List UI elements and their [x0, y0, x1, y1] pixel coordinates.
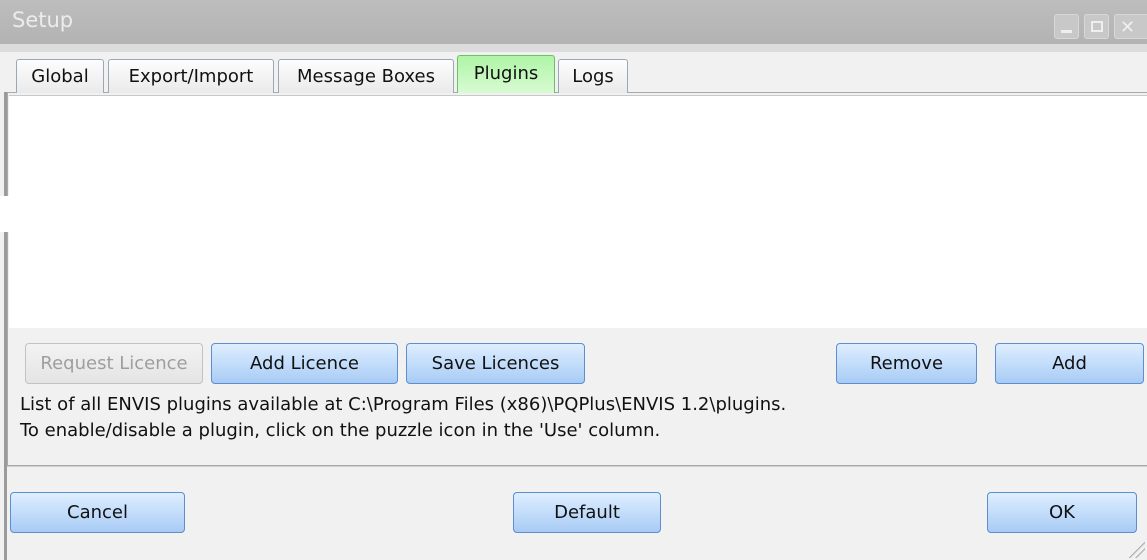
add-licence-button[interactable]: Add Licence — [211, 343, 398, 384]
minimize-button[interactable] — [1054, 14, 1079, 39]
default-button[interactable]: Default — [513, 492, 661, 533]
cancel-button[interactable]: Cancel — [10, 492, 185, 533]
tab-global[interactable]: Global — [16, 59, 104, 93]
plugins-usage-hint: To enable/disable a plugin, click on the… — [20, 420, 661, 441]
resize-grip-icon[interactable] — [1129, 542, 1145, 558]
close-button[interactable]: ✕ — [1114, 14, 1147, 39]
panel-divider — [7, 466, 1147, 467]
ok-button[interactable]: OK — [987, 492, 1137, 533]
window-title: Setup — [12, 8, 74, 32]
tab-export-import[interactable]: Export/Import — [108, 59, 274, 93]
save-licences-button[interactable]: Save Licences — [406, 343, 585, 384]
close-icon: ✕ — [1120, 17, 1136, 38]
left-border-lower — [4, 232, 7, 560]
left-border-upper — [4, 92, 7, 196]
maximize-button[interactable] — [1084, 14, 1109, 39]
add-plugin-button[interactable]: Add — [995, 343, 1144, 384]
maximize-icon — [1091, 21, 1103, 32]
tab-message-boxes[interactable]: Message Boxes — [278, 59, 454, 93]
screenshot-gap — [0, 196, 1147, 232]
remove-plugin-button[interactable]: Remove — [836, 343, 977, 384]
tab-logs[interactable]: Logs — [558, 59, 628, 93]
plugins-path-info: List of all ENVIS plugins available at C… — [20, 394, 787, 415]
tab-plugins[interactable]: Plugins — [457, 55, 555, 93]
minimize-icon — [1061, 30, 1072, 33]
title-bar[interactable]: Setup ✕ — [0, 0, 1147, 44]
request-licence-button[interactable]: Request Licence — [25, 343, 203, 384]
